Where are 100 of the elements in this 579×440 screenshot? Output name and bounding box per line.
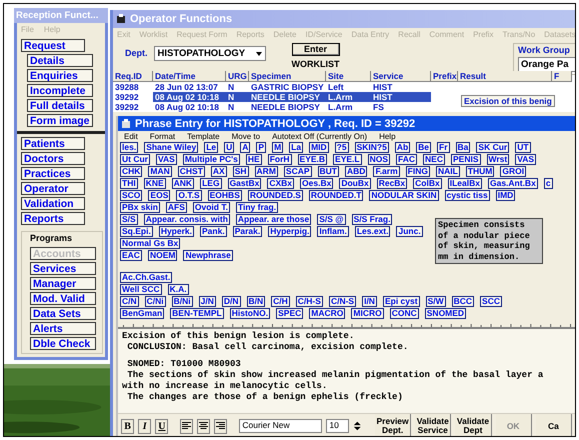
table-cell[interactable]: 39292 [113,102,153,112]
phrase-button[interactable]: AFS [166,202,187,213]
phrase-button[interactable]: Oes.Bx [300,178,334,189]
nav-button[interactable]: Details [27,54,93,67]
phrase-button[interactable]: B/Ni [172,296,193,307]
phrase-button[interactable]: C/N [120,296,139,307]
phrase-button[interactable]: SCC [480,296,502,307]
phrase-button[interactable]: BCC [452,296,474,307]
phrase-button[interactable]: NOEM [148,250,178,261]
action-button[interactable]: Validate Dept [455,414,492,436]
phrase-button[interactable]: CONC [390,308,419,319]
table-cell[interactable]: NEEDLE BIOPSY [249,102,326,112]
phrase-button[interactable]: PENIS [450,154,480,165]
phrase-button[interactable]: La [289,142,304,153]
phrase-button[interactable]: C/H-S [296,296,323,307]
phrase-button[interactable]: AX [210,166,227,177]
menu-item[interactable]: Help [379,132,396,141]
phrase-button[interactable]: EYE.L [333,154,362,165]
phrase-button[interactable]: Junc. [396,226,423,237]
align-button[interactable] [197,418,210,434]
phrase-button[interactable]: HE [246,154,262,165]
nav-button[interactable]: Request [21,39,85,52]
nav-button[interactable]: Doctors [21,152,85,165]
table-cell[interactable]: 08 Aug 02 10:18 [153,92,226,102]
table-cell[interactable]: HIST [371,92,431,102]
column-header[interactable]: Date/Time [153,71,226,82]
phrase-button[interactable]: KNE [144,178,166,189]
phrase-button[interactable]: Multiple PC's [182,154,240,165]
column-header[interactable]: Result [458,71,552,82]
phrase-button[interactable]: Sq.Epi. [120,226,153,237]
phrase-button[interactable]: cystic tiss [444,190,490,201]
table-cell[interactable]: 08 Aug 02 10:18 [153,102,226,112]
phrase-button[interactable]: MICRO [351,308,384,319]
phrase-button[interactable]: THUM [466,166,494,177]
nav-button[interactable]: Patients [21,137,85,150]
phrase-button[interactable]: Le [204,142,218,153]
menu-item[interactable]: Autotext Off (Currently On) [272,132,368,141]
phrase-button[interactable]: MACRO [309,308,346,319]
phrase-button[interactable]: GastBx [228,178,262,189]
phrase-button[interactable]: NAIL [436,166,460,177]
nav-button[interactable]: Operator [21,182,85,195]
phrase-button[interactable]: VAS [515,154,536,165]
phrase-button[interactable]: C/N-S [328,296,356,307]
phrase-button[interactable]: Pank. [200,226,227,237]
phrase-button[interactable]: Wrst [486,154,510,165]
phrase-button[interactable]: Hyperpig. [268,226,312,237]
phrase-button[interactable]: ROUNDED.S [248,190,303,201]
phrase-button[interactable]: Normal Gs Bx [120,238,180,249]
column-header[interactable]: Site [326,71,371,82]
phrase-button[interactable]: NOS [368,154,390,165]
phrase-button[interactable]: FING [406,166,430,177]
phrase-button[interactable]: VAS [156,154,177,165]
phrase-button[interactable]: EAC [120,250,142,261]
phrase-button[interactable]: D/N [222,296,241,307]
size-field[interactable]: 10 [326,419,350,433]
phrase-button[interactable]: Ba [456,142,470,153]
menu-item[interactable]: Template [187,132,220,141]
nav-button[interactable]: Form image [27,114,93,127]
nav-button[interactable]: Reports [21,212,85,225]
phrase-button[interactable]: UT [515,142,531,153]
column-header[interactable]: Specimen [249,71,326,82]
table-cell[interactable]: 39292 [113,92,153,102]
phrase-button[interactable]: ABD [345,166,368,177]
nav-button[interactable]: Mod. Valid [30,292,96,305]
nav-button[interactable]: Practices [21,167,85,180]
column-header[interactable]: F [552,71,572,82]
phrase-button[interactable]: B/N [246,296,266,307]
phrase-button[interactable]: BUT [318,166,340,177]
phrase-button[interactable]: I/N [362,296,377,307]
phrase-button[interactable]: Hyperk. [158,226,194,237]
phrase-button[interactable]: SKIN?5 [354,142,389,153]
phrase-button[interactable]: Gas.Ant.Bx [488,178,538,189]
action-button[interactable]: Ca [536,414,572,436]
phrase-button[interactable]: BenGman [120,308,164,319]
work-group-select[interactable]: Orange Pa [518,57,575,72]
phrase-button[interactable]: Tiny frag. [236,202,278,213]
phrase-button[interactable]: S/S @ [317,214,346,225]
phrase-button[interactable]: Fr [437,142,450,153]
phrase-button[interactable]: EYE.B [298,154,328,165]
phrase-button[interactable]: Well SCC [120,284,162,295]
phrase-button[interactable]: SNOMED [424,308,466,319]
action-button[interactable]: Preview Dept. [374,414,412,436]
table-cell[interactable]: N [226,82,249,92]
enter-button[interactable]: Enter [292,43,340,56]
nav-button[interactable]: Data Sets [30,307,96,320]
phrase-button[interactable]: SK Cur [476,142,510,153]
nav-button[interactable]: Services [30,262,96,275]
format-button[interactable]: B [121,418,134,434]
phrase-button[interactable]: ARM [254,166,278,177]
table-cell[interactable]: L.Arm [326,92,371,102]
phrase-button[interactable]: Inflam. [317,226,349,237]
phrase-button[interactable]: C/Ni [144,296,166,307]
phrase-button[interactable]: A [240,142,250,153]
spinner-icon[interactable] [353,420,362,432]
menu-item[interactable]: Edit [124,132,138,141]
nav-button[interactable]: Enquiries [27,69,93,82]
phrase-button[interactable]: SCO [120,190,142,201]
phrase-button[interactable]: ILealBx [448,178,482,189]
align-button[interactable] [214,418,228,434]
phrase-button[interactable]: Ac.Ch.Gast. [120,272,172,283]
